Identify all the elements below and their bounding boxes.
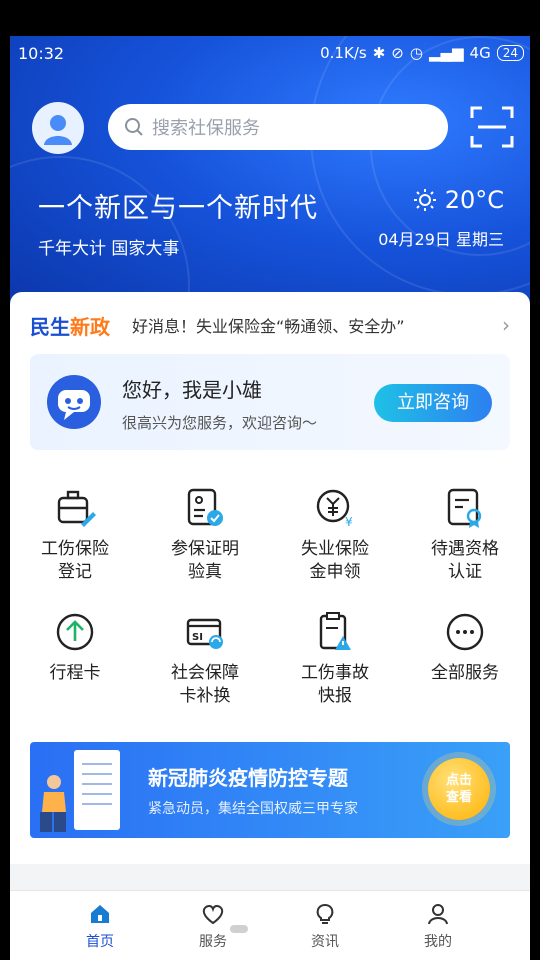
bluetooth-icon: ✱ — [372, 44, 386, 62]
view-badge[interactable]: 点击 查看 — [428, 758, 490, 820]
service-label-line1: 待遇资格 — [431, 539, 499, 559]
doctor-illustration-icon — [40, 750, 120, 832]
service-label-line2: 登记 — [58, 562, 92, 582]
service-label-line1: 工伤事故 — [301, 663, 369, 683]
network-type: 4G — [469, 44, 491, 62]
hero-slogan: 一个新区与一个新时代 — [38, 193, 318, 224]
banner-subtitle: 紧急动员，集结全国权威三甲专家 — [148, 801, 358, 817]
news-tag-part1: 民生 — [30, 314, 70, 339]
tab-label: 资讯 — [311, 934, 339, 950]
top-bezel — [0, 0, 540, 36]
certificate-check-icon — [187, 488, 223, 526]
assistant-card: 您好，我是小雄 很高兴为您服务，欢迎咨询～ 立即咨询 — [30, 354, 510, 450]
accident-report-icon — [319, 612, 351, 650]
date-text: 04月29日 星期三 — [378, 230, 504, 249]
service-label-line2: 金申领 — [309, 562, 361, 582]
si-card-icon: SI — [186, 618, 223, 649]
badge-line1: 点击 — [445, 773, 472, 788]
service-item-work-injury-register[interactable]: 工伤保险 登记 — [10, 486, 140, 584]
hero-header: 搜索社保服务 一个新区与一个新时代 千年大计 国家大事 20°C 04月29日 … — [10, 36, 530, 316]
temperature: 20°C — [444, 186, 504, 214]
assistant-subtitle: 很高兴为您服务，欢迎咨询～ — [122, 414, 318, 432]
qualification-badge-icon — [447, 488, 482, 528]
money-claim-icon: ¥ — [316, 489, 353, 529]
covid-banner[interactable]: 新冠肺炎疫情防控专题 紧急动员，集结全国权威三甲专家 点击 查看 — [30, 742, 510, 838]
lightbulb-icon — [316, 904, 334, 924]
sun-icon — [413, 189, 436, 211]
bottom-tab-bar: 首页 服务 资讯 我的 — [10, 890, 530, 960]
service-item-travel-card[interactable]: 行程卡 — [10, 610, 140, 685]
robot-icon — [47, 375, 101, 429]
tab-label: 首页 — [86, 934, 114, 950]
svg-text:¥: ¥ — [345, 515, 353, 529]
service-label-line1: 社会保障 — [171, 663, 239, 683]
gesture-pill — [230, 925, 248, 933]
svg-text:SI: SI — [192, 632, 203, 643]
net-speed: 0.1K/s — [320, 44, 367, 62]
search-placeholder: 搜索社保服务 — [152, 118, 260, 139]
service-item-si-card-replace[interactable]: SI 社会保障 卡补换 — [140, 610, 270, 708]
search-input[interactable]: 搜索社保服务 — [108, 104, 448, 150]
service-label-line2: 验真 — [188, 562, 222, 582]
tab-label: 服务 — [199, 934, 227, 950]
service-label-line1: 失业保险 — [301, 539, 369, 559]
alarm-icon: ◷ — [409, 44, 423, 62]
chevron-right-icon: › — [502, 313, 510, 337]
more-icon — [446, 613, 484, 651]
mute-icon: ⊘ — [391, 44, 404, 62]
tab-mine[interactable]: 我的 — [408, 903, 468, 951]
hero-subtitle: 千年大计 国家大事 — [38, 239, 180, 259]
service-label-line2: 快报 — [318, 686, 352, 706]
avatar-button[interactable] — [32, 102, 84, 154]
news-ticker[interactable]: 民生 新政 好消息！失业保险金“畅通领、安全办” › — [30, 310, 510, 340]
arrow-up-circle-icon — [56, 613, 94, 651]
service-label-line2: 卡补换 — [179, 686, 231, 706]
news-headline: 好消息！失业保险金“畅通领、安全办” — [132, 317, 405, 336]
search-icon — [125, 118, 143, 136]
service-label-line2: 认证 — [448, 562, 482, 582]
weather: 20°C — [413, 186, 504, 214]
tab-news[interactable]: 资讯 — [295, 903, 355, 951]
main-card: 民生 新政 好消息！失业保险金“畅通领、安全办” › 您好，我是小雄 很高兴为您… — [10, 292, 530, 864]
badge-line2: 查看 — [445, 790, 472, 805]
status-icons: 0.1K/s ✱ ⊘ ◷ ▂▄▆ 4G 24 — [320, 44, 524, 62]
app-screen: 搜索社保服务 一个新区与一个新时代 千年大计 国家大事 20°C 04月29日 … — [10, 36, 530, 960]
status-bar: 10:32 0.1K/s ✱ ⊘ ◷ ▂▄▆ 4G 24 — [0, 36, 540, 72]
service-item-insurance-certificate[interactable]: 参保证明 验真 — [140, 486, 270, 584]
service-item-all-services[interactable]: 全部服务 — [400, 610, 530, 685]
service-item-unemployment-claim[interactable]: ¥ 失业保险 金申领 — [270, 486, 400, 584]
avatar-icon — [44, 115, 72, 145]
battery-level: 24 — [496, 45, 524, 61]
heart-icon — [202, 904, 224, 925]
service-item-qualification-auth[interactable]: 待遇资格 认证 — [400, 486, 530, 584]
scan-icon[interactable] — [470, 106, 514, 148]
user-icon — [428, 904, 448, 925]
status-time: 10:32 — [18, 44, 65, 63]
service-label-line1: 工伤保险 — [41, 539, 109, 559]
assistant-greeting: 您好，我是小雄 — [122, 378, 262, 402]
service-item-accident-report[interactable]: 工伤事故 快报 — [270, 610, 400, 708]
service-label-line1: 行程卡 — [49, 663, 101, 683]
signal-icon: ▂▄▆ — [428, 44, 464, 62]
consult-button[interactable]: 立即咨询 — [374, 384, 492, 422]
banner-title: 新冠肺炎疫情防控专题 — [148, 766, 348, 790]
news-tag-part2: 新政 — [70, 314, 110, 339]
home-icon — [91, 905, 109, 923]
tab-home[interactable]: 首页 — [70, 903, 130, 951]
service-label-line1: 参保证明 — [171, 539, 239, 559]
briefcase-pen-icon — [57, 490, 96, 527]
service-label-line1: 全部服务 — [431, 663, 499, 683]
tab-label: 我的 — [424, 934, 452, 950]
